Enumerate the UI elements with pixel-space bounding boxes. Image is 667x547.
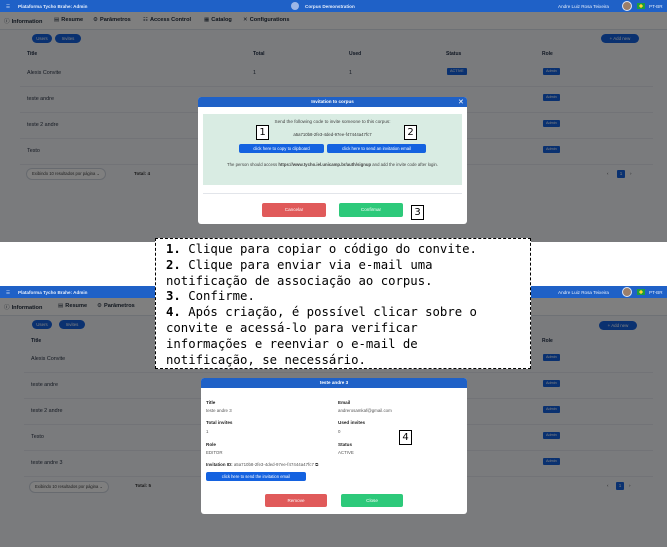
copy-icon[interactable]: ⧉ bbox=[315, 462, 318, 467]
close-button[interactable]: Close bbox=[341, 494, 403, 507]
screenshot-invite-create: ☰ Plataforma Tycho Brahe: Admin Corpus D… bbox=[0, 0, 667, 242]
signup-link[interactable]: https://www.tycho.iel.unicamp.br/auth/si… bbox=[278, 162, 371, 167]
note-text: Após criação, é possível clicar sobre o bbox=[180, 305, 477, 320]
detail-modal-title-text: teste andre 3 bbox=[319, 380, 349, 385]
note-text: Confirme. bbox=[180, 289, 255, 304]
note-number: 2. bbox=[166, 257, 181, 272]
step-marker-4: 4 bbox=[399, 430, 412, 445]
note-text: Clique para copiar o código do convite. bbox=[180, 242, 477, 256]
detail-modal-title: teste andre 3 bbox=[201, 378, 467, 388]
note-line: 4. Após criação, é possível clicar sobre… bbox=[166, 305, 520, 321]
field-value-used-invites: 0 bbox=[338, 429, 341, 434]
app-brand: Plataforma Tycho Brahe: Admin bbox=[18, 289, 88, 295]
brazil-flag-icon[interactable] bbox=[637, 3, 645, 9]
note-line: 2. Clique para enviar via e-mail uma bbox=[166, 258, 520, 274]
note-line: 1. Clique para copiar o código do convit… bbox=[166, 242, 520, 258]
step-marker-2: 2 bbox=[404, 125, 417, 140]
field-value-total-invites: 1 bbox=[206, 429, 209, 434]
app-brand: Plataforma Tycho Brahe: Admin bbox=[18, 3, 88, 9]
instructions-suffix: and add the invite code after login. bbox=[371, 162, 438, 167]
corpus-name: Corpus Demonstration bbox=[305, 3, 355, 9]
brazil-flag-icon[interactable] bbox=[637, 289, 645, 295]
step-marker-3: 3 bbox=[411, 205, 424, 220]
language-code[interactable]: PT-BR bbox=[649, 4, 663, 9]
invite-intro: Send the following code to invite someon… bbox=[274, 119, 391, 124]
field-value-email: andrerosamkaf@gmail.com bbox=[338, 408, 392, 413]
note-line: 3. Confirme. bbox=[166, 289, 520, 305]
note-text: informações e reenviar o e-mail de bbox=[166, 336, 418, 351]
close-icon[interactable]: ✕ bbox=[458, 98, 464, 106]
invite-modal-title: Invitation to corpus bbox=[198, 97, 467, 107]
step-marker-1: 1 bbox=[256, 125, 269, 140]
note-text: notificação, se necessário. bbox=[166, 352, 366, 367]
instructions-prefix: The person should access bbox=[227, 162, 279, 167]
field-label-title: Title bbox=[206, 400, 216, 405]
top-app-bar: ☰ Plataforma Tycho Brahe: Admin Corpus D… bbox=[0, 0, 667, 12]
note-line: notificação de associação ao corpus. bbox=[166, 274, 520, 290]
field-label-status: Status bbox=[338, 442, 353, 447]
note-number: 4. bbox=[166, 305, 181, 320]
user-name: Andre Luiz Rosa Teixeira bbox=[558, 289, 609, 295]
user-name: Andre Luiz Rosa Teixeira bbox=[558, 3, 609, 9]
modal-divider bbox=[203, 193, 462, 194]
invite-code-box: Send the following code to invite someon… bbox=[203, 114, 462, 185]
field-label-used-invites: Used invites bbox=[338, 420, 366, 425]
send-invitation-email-button[interactable]: click here to send the invitation email bbox=[206, 472, 306, 481]
corpus-logo-icon bbox=[291, 2, 299, 10]
note-text: Clique para enviar via e-mail uma bbox=[180, 257, 433, 272]
menu-icon[interactable]: ☰ bbox=[6, 290, 10, 296]
invitation-id-label: Invitation ID: bbox=[206, 462, 233, 467]
note-number: 1. bbox=[166, 242, 181, 256]
note-number: 3. bbox=[166, 289, 181, 304]
send-invitation-email-button[interactable]: click here to send an invitation email bbox=[327, 144, 426, 153]
note-line: notificação, se necessário. bbox=[166, 352, 520, 368]
note-line: informações e reenviar o e-mail de bbox=[166, 337, 520, 353]
field-value-role: EDITOR bbox=[206, 450, 223, 455]
avatar[interactable] bbox=[622, 287, 632, 297]
note-line: convite e acessá-lo para verificar bbox=[166, 321, 520, 337]
field-label-email: Email bbox=[338, 400, 351, 405]
field-label-role: Role bbox=[206, 442, 216, 447]
invite-modal: Invitation to corpus ✕ Send the followin… bbox=[198, 97, 467, 224]
menu-icon[interactable]: ☰ bbox=[6, 4, 10, 10]
cancel-button[interactable]: Cancelar bbox=[262, 203, 326, 217]
invite-instructions: The person should access https://www.tyc… bbox=[211, 161, 454, 168]
copy-to-clipboard-button[interactable]: click here to copy to clipboard bbox=[239, 144, 324, 153]
field-label-total-invites: Total invites bbox=[206, 420, 233, 425]
instructions-note: 1. Clique para copiar o código do convit… bbox=[155, 238, 531, 369]
field-value-status: ACTIVE bbox=[338, 450, 354, 455]
confirm-button[interactable]: Confirmar bbox=[339, 203, 403, 217]
invitation-id-line: Invitation ID: a5a710b8-2fe3-4ded-97ee-f… bbox=[206, 462, 318, 467]
remove-button[interactable]: Remove bbox=[265, 494, 327, 507]
note-text: notificação de associação ao corpus. bbox=[166, 273, 433, 288]
invite-modal-title-text: Invitation to corpus bbox=[311, 99, 354, 104]
note-text: convite e acessá-lo para verificar bbox=[166, 320, 418, 335]
avatar[interactable] bbox=[622, 1, 632, 11]
language-code[interactable]: PT-BR bbox=[649, 290, 663, 295]
invite-detail-modal: teste andre 3 Title teste andre 3 Email … bbox=[201, 378, 467, 514]
invite-code[interactable]: a5a710b8-2fe3-4ded-97ee-f47444a47fc7 bbox=[203, 132, 462, 137]
invitation-id-value[interactable]: a5a710b8-2fe3-4ded-97ee-f47444a47fc7 bbox=[234, 462, 314, 467]
field-value-title: teste andre 3 bbox=[206, 408, 232, 413]
